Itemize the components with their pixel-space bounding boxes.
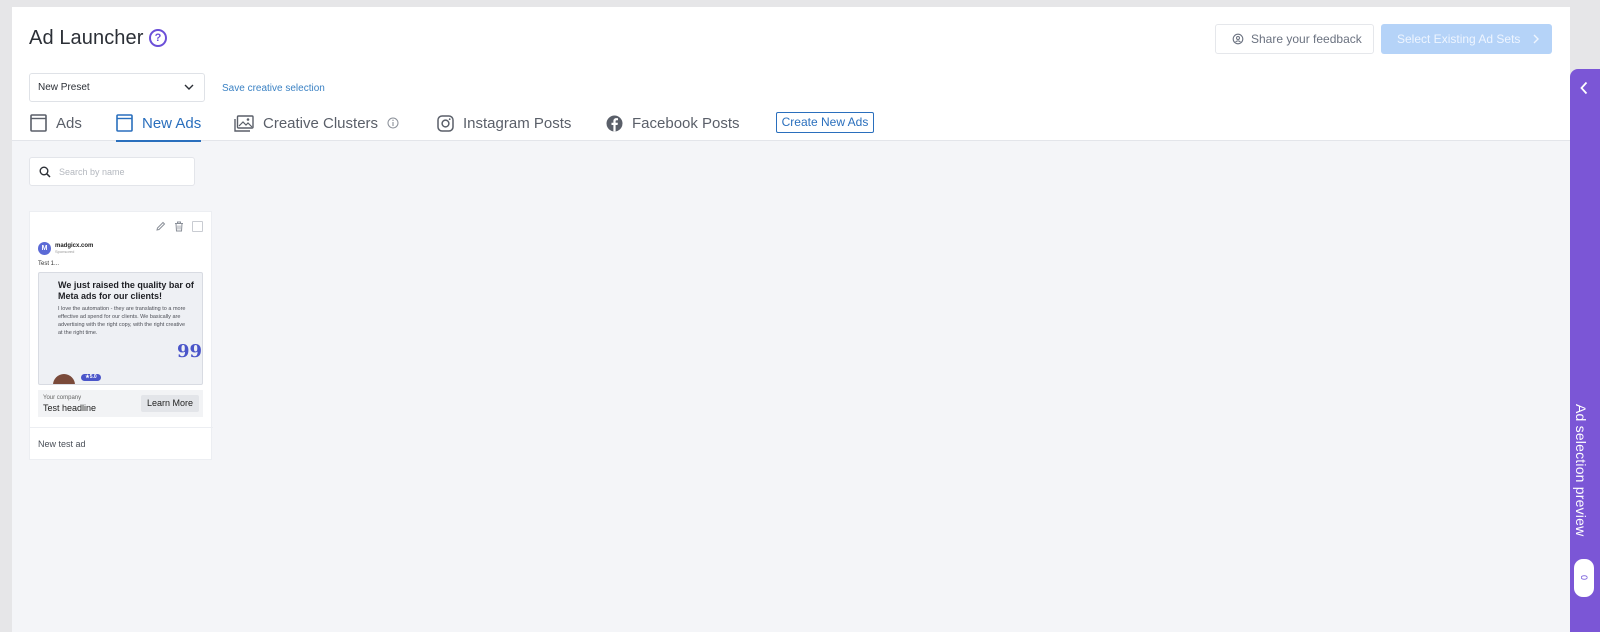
search-box[interactable] [29, 157, 195, 186]
ad-card[interactable]: M madgicx.com Sponsored Test 1... We jus… [29, 211, 213, 460]
ad-cta-bar: Your company Test headline Learn More [38, 390, 203, 417]
select-existing-label: Select Existing Ad Sets [1397, 32, 1521, 46]
ad-brand-row: M madgicx.com Sponsored [38, 242, 93, 255]
chevron-left-icon[interactable] [1579, 81, 1589, 95]
chevron-down-icon [184, 84, 194, 90]
app-window: Ad Launcher ? Share your feedback Select… [12, 7, 1570, 632]
cta-company: Your company [43, 395, 82, 401]
ad-selection-preview-panel[interactable]: Ad selection preview 0 [1570, 69, 1600, 632]
edit-icon[interactable] [155, 221, 166, 232]
trash-icon[interactable] [174, 221, 184, 232]
brand-sponsored: Sponsored [55, 249, 75, 254]
chevron-right-icon [1533, 34, 1540, 44]
card-actions [155, 221, 203, 232]
create-new-ads-button[interactable]: Create New Ads [776, 112, 874, 133]
quote-icon: 99 [177, 341, 203, 362]
cta-headline: Test headline [43, 403, 97, 413]
tab-instagram-posts[interactable]: Instagram Posts [437, 111, 571, 135]
creative-headline: We just raised the quality bar of Meta a… [58, 280, 194, 301]
tab-ads-label: Ads [56, 114, 82, 132]
ad-primary-text: Test 1... [38, 261, 60, 267]
search-icon [39, 166, 51, 178]
search-input[interactable] [59, 166, 179, 177]
ad-creative-image: We just raised the quality bar of Meta a… [38, 272, 203, 385]
info-icon[interactable] [387, 117, 399, 129]
avatar [53, 374, 75, 384]
tab-new-ads-label: New Ads [142, 114, 202, 132]
learn-more-button[interactable]: Learn More [141, 395, 199, 412]
selection-count-badge: 0 [1574, 559, 1594, 597]
select-checkbox[interactable] [192, 221, 203, 232]
creative-body: I love the automation - they are transla… [58, 306, 186, 336]
image-gallery-icon [234, 114, 254, 132]
tab-instagram-posts-label: Instagram Posts [463, 114, 572, 132]
facebook-icon [606, 115, 623, 131]
brand-logo: M [38, 242, 51, 255]
tab-facebook-posts[interactable]: Facebook Posts [606, 111, 740, 135]
header: Ad Launcher ? Share your feedback Select… [12, 7, 1570, 142]
ad-name: New test ad [38, 439, 86, 449]
instagram-icon [437, 114, 454, 132]
tab-creative-clusters[interactable]: Creative Clusters [234, 111, 399, 135]
preset-select[interactable]: New Preset [29, 73, 205, 102]
divider [30, 427, 213, 428]
page-icon [30, 114, 47, 132]
tab-ads[interactable]: Ads [30, 111, 82, 135]
select-existing-ad-sets-button[interactable]: Select Existing Ad Sets [1381, 24, 1552, 54]
page-title: Ad Launcher [29, 27, 144, 49]
share-feedback-label: Share your feedback [1251, 32, 1362, 46]
tab-facebook-posts-label: Facebook Posts [632, 114, 740, 132]
help-icon[interactable]: ? [149, 29, 167, 47]
page-icon [116, 114, 133, 132]
side-panel-title: Ad selection preview [1573, 404, 1589, 537]
save-creative-selection-link[interactable]: Save creative selection [222, 83, 325, 94]
preset-value: New Preset [38, 82, 90, 93]
tab-creative-clusters-label: Creative Clusters [263, 114, 379, 132]
feedback-icon [1232, 33, 1244, 45]
rating-badge: ★5.0 [81, 374, 101, 381]
tab-new-ads[interactable]: New Ads [116, 111, 202, 142]
share-feedback-button[interactable]: Share your feedback [1215, 24, 1374, 54]
